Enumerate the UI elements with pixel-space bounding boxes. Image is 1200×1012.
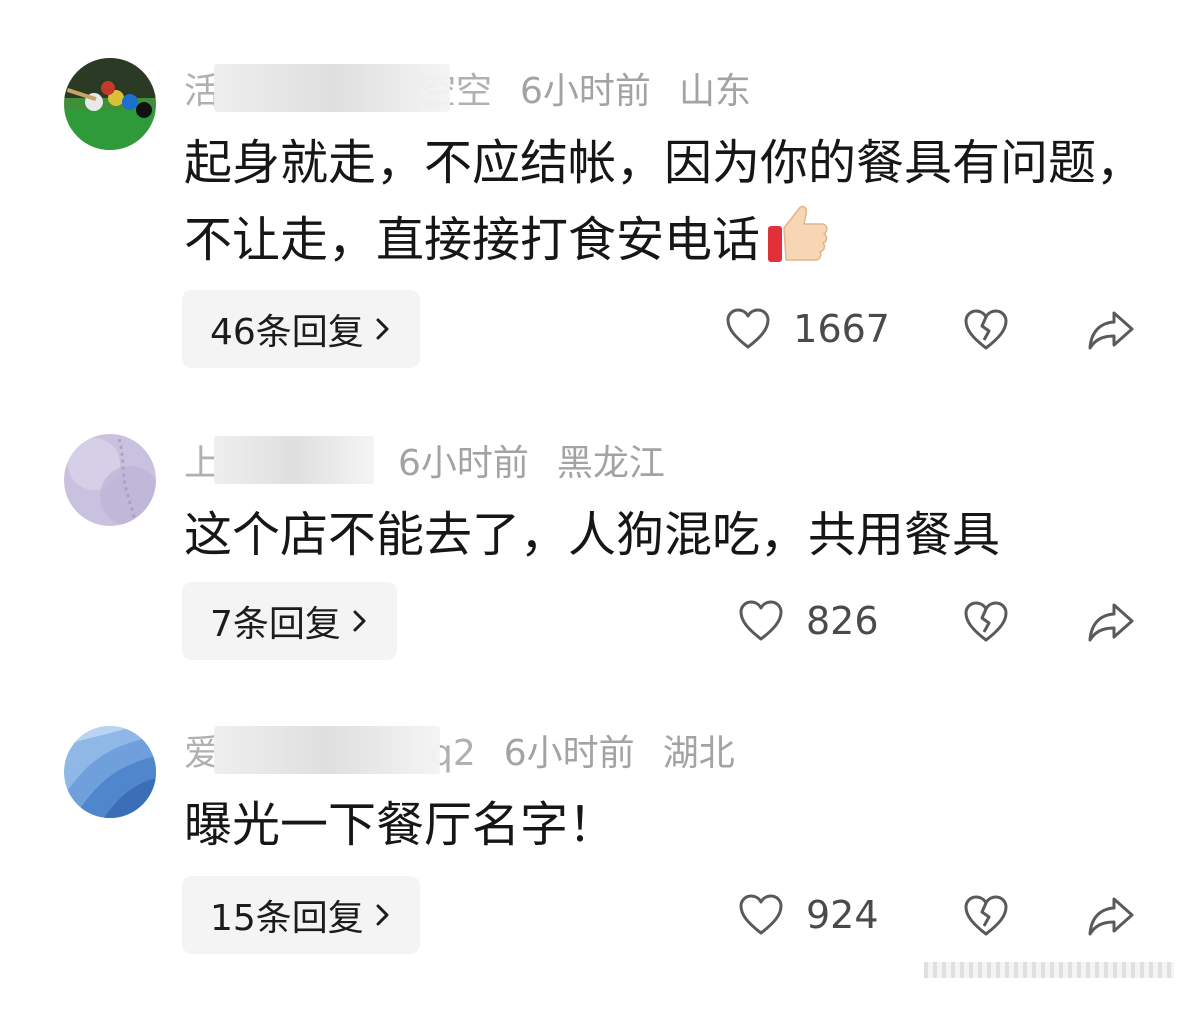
blue-wave-avatar-image bbox=[64, 726, 156, 818]
comment-text: 这个店不能去了，人狗混吃，共用餐具 bbox=[184, 507, 1001, 563]
comment-meta: 活空空 6小时前 山东 bbox=[184, 64, 751, 112]
comment-location: 湖北 bbox=[662, 733, 735, 774]
view-replies-button[interactable]: 15条回复 bbox=[182, 876, 420, 954]
chevron-right-icon bbox=[376, 318, 389, 340]
username[interactable]: 活空空 bbox=[184, 62, 492, 114]
heart-icon bbox=[739, 600, 783, 641]
like-count: 826 bbox=[806, 599, 879, 643]
share-icon[interactable] bbox=[1086, 891, 1136, 939]
username[interactable]: 上 bbox=[184, 434, 374, 486]
username-redaction bbox=[214, 726, 440, 774]
billiards-avatar-image bbox=[64, 58, 156, 150]
comment-list: 活空空 6小时前 山东 起身就走，不应结帐，因为你的餐具有问题，不让走，直接接打… bbox=[0, 0, 1200, 1012]
share-icon[interactable] bbox=[1086, 305, 1136, 353]
broken-heart-icon[interactable] bbox=[962, 305, 1010, 353]
avatar[interactable] bbox=[64, 58, 156, 150]
comment-actions: 924 bbox=[738, 876, 1136, 954]
view-replies-button[interactable]: 7条回复 bbox=[182, 582, 397, 660]
like-button[interactable]: 826 bbox=[738, 599, 890, 643]
broken-heart-icon[interactable] bbox=[962, 597, 1010, 645]
comment-meta: 爱 q2 6小时前 湖北 bbox=[184, 726, 735, 774]
like-count: 1667 bbox=[793, 307, 890, 351]
comment-location: 黑龙江 bbox=[556, 443, 665, 484]
thumbs-up-icon bbox=[764, 200, 830, 287]
view-replies-button[interactable]: 46条回复 bbox=[182, 290, 420, 368]
watermark bbox=[924, 962, 1174, 978]
username-redaction bbox=[214, 436, 374, 484]
username[interactable]: 爱 q2 bbox=[184, 724, 476, 776]
like-count: 924 bbox=[806, 893, 879, 937]
like-button[interactable]: 924 bbox=[738, 893, 890, 937]
broken-heart-icon[interactable] bbox=[962, 891, 1010, 939]
heart-icon bbox=[739, 894, 783, 935]
comment-time: 6小时前 bbox=[503, 733, 635, 774]
username-redaction bbox=[214, 64, 450, 112]
comment-time: 6小时前 bbox=[520, 71, 651, 112]
heart-icon bbox=[726, 308, 770, 349]
chevron-right-icon bbox=[353, 610, 366, 632]
snow-avatar-image bbox=[64, 434, 156, 526]
comment-actions: 1667 bbox=[725, 290, 1136, 368]
comment-text: 起身就走，不应结帐，因为你的餐具有问题，不让走，直接接打食安电话 bbox=[184, 126, 1144, 287]
comment-location: 山东 bbox=[678, 71, 751, 112]
comment-actions: 826 bbox=[738, 582, 1136, 660]
comment-meta: 上 6小时前 黑龙江 bbox=[184, 436, 665, 484]
like-button[interactable]: 1667 bbox=[725, 307, 890, 351]
comment-time: 6小时前 bbox=[398, 443, 529, 484]
avatar[interactable] bbox=[64, 726, 156, 818]
chevron-right-icon bbox=[376, 904, 389, 926]
comment-text: 曝光一下餐厅名字！ bbox=[184, 797, 617, 853]
avatar[interactable] bbox=[64, 434, 156, 526]
share-icon[interactable] bbox=[1086, 597, 1136, 645]
